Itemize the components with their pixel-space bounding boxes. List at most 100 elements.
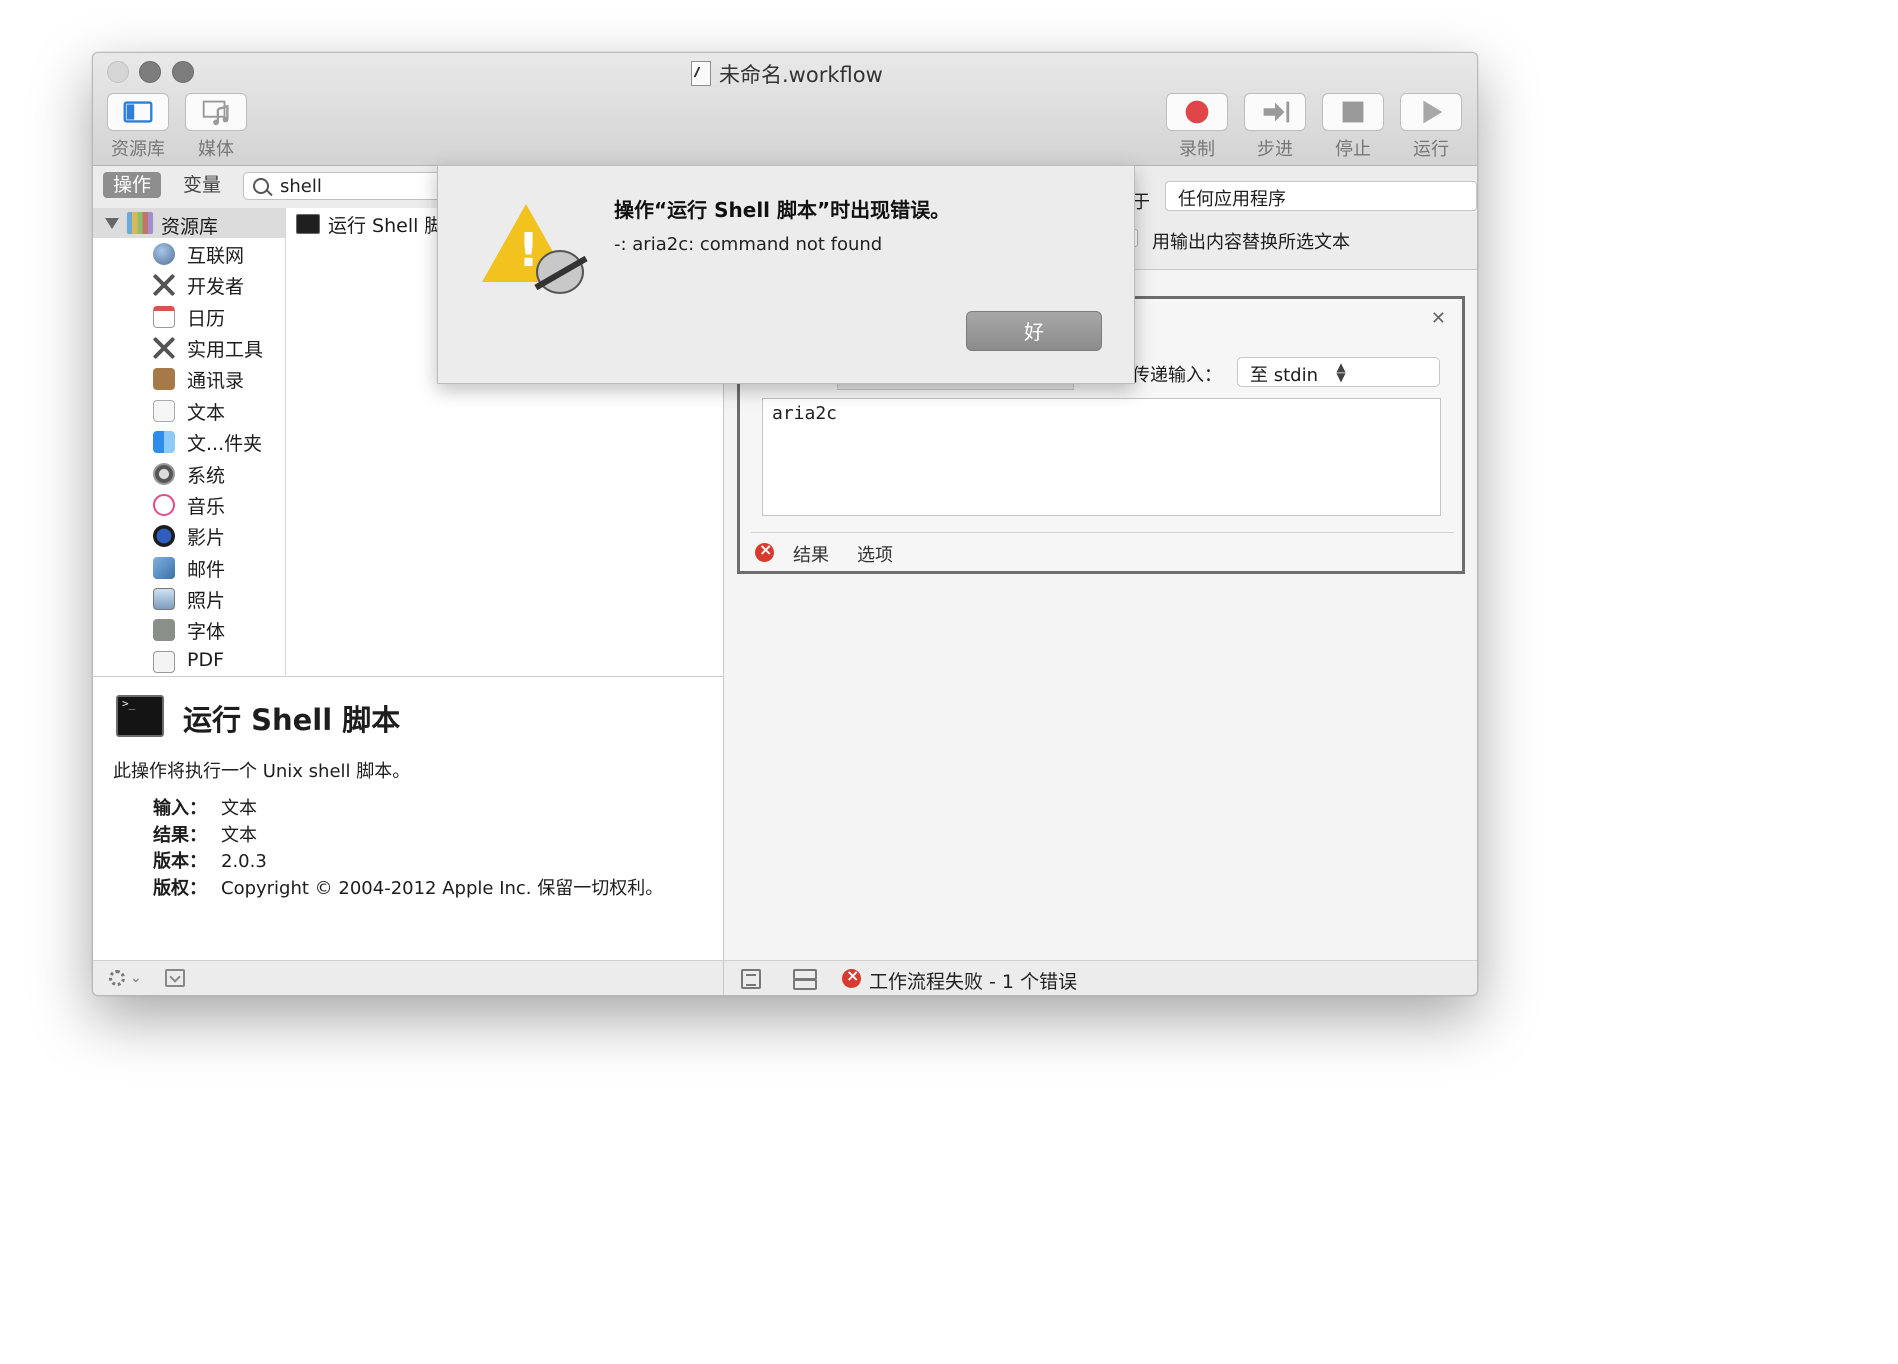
meta-copyright: 版权： Copyright © 2004-2012 Apple Inc. 保留一切… xyxy=(153,874,663,900)
tools-icon xyxy=(153,274,175,296)
error-icon xyxy=(842,966,861,988)
category-label: 字体 xyxy=(187,621,226,643)
meta-value: 文本 xyxy=(221,798,257,819)
library-icon xyxy=(127,212,153,234)
movie-icon xyxy=(153,525,175,547)
library-toggle-button[interactable] xyxy=(107,93,169,131)
contacts-icon xyxy=(153,368,175,390)
log-view-icon[interactable] xyxy=(741,969,761,989)
window-title: 未命名.workflow xyxy=(719,63,883,87)
mail-icon xyxy=(153,557,175,579)
record-icon xyxy=(1185,100,1209,124)
step-label: 步进 xyxy=(1257,139,1293,160)
run-label: 运行 xyxy=(1413,139,1449,160)
category-developer[interactable]: 开发者 xyxy=(153,270,285,301)
variables-view-icon[interactable] xyxy=(793,969,817,990)
category-label: 实用工具 xyxy=(187,339,264,361)
pass-input-label: 传递输入： xyxy=(1132,365,1222,386)
meta-version: 版本： 2.0.3 xyxy=(153,847,267,873)
workflow-status: 工作流程失败 - 1 个错误 xyxy=(869,971,1078,993)
terminal-icon xyxy=(116,695,164,737)
media-button[interactable] xyxy=(185,93,247,131)
meta-value: 2.0.3 xyxy=(221,851,267,872)
category-label: 开发者 xyxy=(187,276,245,298)
category-photos[interactable]: 照片 xyxy=(153,584,285,615)
category-label: PDF xyxy=(187,649,225,671)
category-system[interactable]: 系统 xyxy=(153,459,285,490)
options-toggle[interactable]: 选项 xyxy=(857,541,893,567)
category-label: 文...件夹 xyxy=(187,433,263,455)
toggle-description-icon[interactable] xyxy=(165,969,185,987)
results-toggle[interactable]: 结果 xyxy=(793,541,829,567)
category-music[interactable]: 音乐 xyxy=(153,490,285,521)
zoom-window-button[interactable] xyxy=(172,61,194,83)
category-movies[interactable]: 影片 xyxy=(153,521,285,552)
meta-result: 结果： 文本 xyxy=(153,821,257,847)
category-text[interactable]: 文本 xyxy=(153,396,285,427)
description-text: 此操作将执行一个 Unix shell 脚本。 xyxy=(113,761,411,782)
library-root-item[interactable]: 资源库 xyxy=(93,208,285,238)
action-footer: 结果 选项 xyxy=(751,532,1454,571)
minimize-window-button[interactable] xyxy=(139,61,161,83)
sidebar-toggle-icon xyxy=(123,101,153,123)
photos-icon xyxy=(153,588,175,610)
tools-icon xyxy=(153,337,175,359)
category-label: 文本 xyxy=(187,402,226,424)
script-editor[interactable] xyxy=(762,398,1441,516)
calendar-icon xyxy=(153,306,175,328)
stop-label: 停止 xyxy=(1335,139,1371,160)
automator-robot-icon xyxy=(536,250,584,294)
run-button[interactable] xyxy=(1400,93,1462,131)
chevron-down-icon[interactable]: ⌄ xyxy=(130,970,142,986)
media-label: 媒体 xyxy=(198,139,234,160)
meta-value: Copyright © 2004-2012 Apple Inc. 保留一切权利。 xyxy=(221,878,664,899)
stop-button[interactable] xyxy=(1322,93,1384,131)
replace-selected-text-label: 用输出内容替换所选文本 xyxy=(1152,232,1350,253)
updown-chevron-icon: ▲ ▼ xyxy=(1336,360,1346,384)
pass-input-select[interactable]: 至 stdin ▲ ▼ xyxy=(1237,357,1440,387)
tab-variables[interactable]: 变量 xyxy=(173,172,231,198)
category-label: 系统 xyxy=(187,465,226,487)
category-label: 邮件 xyxy=(187,559,226,581)
error-icon xyxy=(755,540,774,562)
category-label: 日历 xyxy=(187,308,226,330)
tab-actions[interactable]: 操作 xyxy=(103,172,162,198)
close-icon[interactable]: ✕ xyxy=(1431,308,1446,329)
alert-message: -: aria2c: command not found xyxy=(614,234,883,255)
disclosure-triangle-icon[interactable] xyxy=(105,218,119,229)
search-input[interactable] xyxy=(278,175,442,198)
category-utilities[interactable]: 实用工具 xyxy=(153,333,285,364)
step-button[interactable] xyxy=(1244,93,1306,131)
category-files-folders[interactable]: 文...件夹 xyxy=(153,427,285,458)
category-fonts[interactable]: 字体 xyxy=(153,615,285,646)
close-window-button[interactable] xyxy=(107,61,129,83)
terminal-icon xyxy=(296,214,320,234)
ok-button[interactable]: 好 xyxy=(966,311,1102,351)
media-icon xyxy=(202,100,229,126)
music-icon xyxy=(153,494,175,516)
category-mail[interactable]: 邮件 xyxy=(153,553,285,584)
meta-key: 版本： xyxy=(153,851,207,872)
category-internet[interactable]: 互联网 xyxy=(153,239,285,270)
meta-value: 文本 xyxy=(221,825,257,846)
category-label: 通讯录 xyxy=(187,370,245,392)
library-search[interactable] xyxy=(243,172,443,200)
category-pdf[interactable]: PDF xyxy=(153,647,285,675)
category-contacts[interactable]: 通讯录 xyxy=(153,364,285,395)
globe-icon xyxy=(153,243,175,265)
application-select[interactable]: 任何应用程序 xyxy=(1165,181,1477,211)
play-icon xyxy=(1423,100,1443,124)
gear-icon[interactable] xyxy=(109,970,125,986)
meta-key: 版权： xyxy=(153,878,207,899)
search-icon xyxy=(253,178,269,194)
category-calendar[interactable]: 日历 xyxy=(153,302,285,333)
error-alert-sheet: ! 操作“运行 Shell 脚本”时出现错误。 -: aria2c: comma… xyxy=(437,165,1135,384)
category-label: 照片 xyxy=(187,590,226,612)
application-select-value: 任何应用程序 xyxy=(1178,189,1286,210)
record-button[interactable] xyxy=(1166,93,1228,131)
record-label: 录制 xyxy=(1179,139,1215,160)
meta-input: 输入： 文本 xyxy=(153,794,257,820)
exclamation-mark-icon: ! xyxy=(518,223,539,277)
stop-icon xyxy=(1342,101,1364,123)
library-bottom-bar: ⌄ xyxy=(93,960,724,995)
